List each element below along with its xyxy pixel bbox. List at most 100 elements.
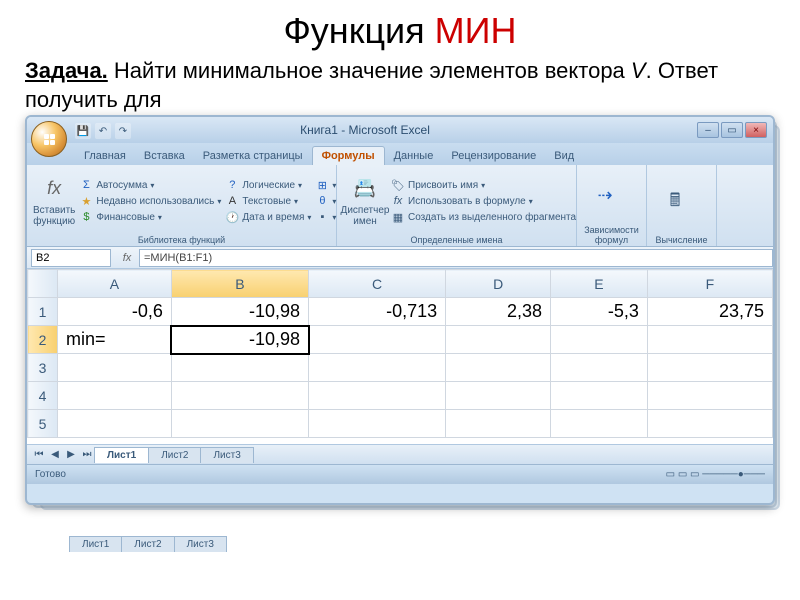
tab-home[interactable]: Главная xyxy=(75,147,135,165)
tab-formulas[interactable]: Формулы xyxy=(312,146,385,165)
table-row: 5 xyxy=(28,410,773,438)
more-icon: ▪ xyxy=(315,210,329,224)
cell-c1[interactable]: -0,713 xyxy=(309,298,446,326)
title-text-1: Функция xyxy=(283,10,434,51)
zoom-controls[interactable]: ▭ ▭ ▭ ─────●─── xyxy=(666,469,765,480)
cell-e2[interactable] xyxy=(551,326,648,354)
table-row: 3 xyxy=(28,354,773,382)
row-header-3[interactable]: 3 xyxy=(28,354,58,382)
tab-insert[interactable]: Вставка xyxy=(135,147,194,165)
col-header-d[interactable]: D xyxy=(446,270,551,298)
cell-b1[interactable]: -10,98 xyxy=(171,298,308,326)
define-name-button[interactable]: 🏷Присвоить имя▾ xyxy=(391,178,576,192)
slide: Функция МИН Задача. Найти минимальное зн… xyxy=(0,0,800,600)
col-header-b[interactable]: B xyxy=(171,270,308,298)
autosum-button[interactable]: ΣАвтосумма▾ xyxy=(79,178,221,192)
minimize-button[interactable]: – xyxy=(697,122,719,138)
ribbon-group-calc: 🖩 Вычисление xyxy=(647,165,717,246)
document-title: Книга1 - Microsoft Excel xyxy=(33,123,697,137)
ribbon: fx Вставить функцию ΣАвтосумма▾ ★Недавно… xyxy=(27,165,773,247)
financial-button[interactable]: $Финансовые▾ xyxy=(79,210,221,224)
col-header-e[interactable]: E xyxy=(551,270,648,298)
tag-icon: 🏷 xyxy=(391,178,405,192)
tab-view[interactable]: Вид xyxy=(545,147,583,165)
cell-c2[interactable] xyxy=(309,326,446,354)
undo-icon[interactable]: ↶ xyxy=(95,123,111,139)
col-header-c[interactable]: C xyxy=(309,270,446,298)
redo-icon[interactable]: ↷ xyxy=(115,123,131,139)
more-button[interactable]: ▪▾ xyxy=(315,210,336,224)
col-header-f[interactable]: F xyxy=(647,270,772,298)
cell-a2[interactable]: min= xyxy=(58,326,172,354)
lookup-button[interactable]: ⊞▾ xyxy=(315,178,336,192)
sheet-nav-next-icon[interactable]: ▶ xyxy=(63,449,79,460)
table-row: 1 -0,6 -10,98 -0,713 2,38 -5,3 23,75 xyxy=(28,298,773,326)
text-button[interactable]: AТекстовые▾ xyxy=(225,194,311,208)
group-label-calc: Вычисление xyxy=(653,234,710,245)
sheet-nav-prev-icon[interactable]: ◀ xyxy=(47,449,63,460)
task-label: Задача. xyxy=(25,58,108,83)
name-box[interactable]: B2 xyxy=(31,249,111,267)
logical-button[interactable]: ?Логические▾ xyxy=(225,178,311,192)
table-row: 4 xyxy=(28,382,773,410)
name-manager-button[interactable]: 📇 Диспетчер имен xyxy=(343,168,387,234)
sheet-table: A B C D E F 1 -0,6 -10,98 -0,713 2,38 -5… xyxy=(27,269,773,438)
sheet-tab-3[interactable]: Лист3 xyxy=(200,447,253,463)
ribbon-group-library: fx Вставить функцию ΣАвтосумма▾ ★Недавно… xyxy=(27,165,337,246)
insert-function-button[interactable]: fx Вставить функцию xyxy=(33,168,75,234)
row-header-4[interactable]: 4 xyxy=(28,382,58,410)
group-label-library: Библиотека функций xyxy=(33,234,330,245)
select-all-corner[interactable] xyxy=(28,270,58,298)
office-button[interactable] xyxy=(31,121,67,157)
lookup-icon: ⊞ xyxy=(315,178,329,192)
sheet-nav-first-icon[interactable]: ⏮ xyxy=(31,449,47,460)
sigma-icon: Σ xyxy=(79,178,93,192)
cell-e1[interactable]: -5,3 xyxy=(551,298,648,326)
slide-title: Функция МИН xyxy=(0,0,800,57)
save-icon[interactable]: 💾 xyxy=(75,123,91,139)
cell-d1[interactable]: 2,38 xyxy=(446,298,551,326)
cell-a1[interactable]: -0,6 xyxy=(58,298,172,326)
cell-d2[interactable] xyxy=(446,326,551,354)
formula-bar: B2 fx =МИН(B1:F1) xyxy=(27,247,773,269)
row-header-2[interactable]: 2 xyxy=(28,326,58,354)
calculation-button[interactable]: 🖩 xyxy=(653,168,697,234)
star-icon: ★ xyxy=(79,194,93,208)
row-header-5[interactable]: 5 xyxy=(28,410,58,438)
ribbon-tabs: Главная Вставка Разметка страницы Формул… xyxy=(27,143,773,165)
status-text: Готово xyxy=(35,469,66,480)
cell-f1[interactable]: 23,75 xyxy=(647,298,772,326)
status-bar: Готово ▭ ▭ ▭ ─────●─── xyxy=(27,464,773,484)
sheet-tab-2[interactable]: Лист2 xyxy=(148,447,201,463)
cell-f2[interactable] xyxy=(647,326,772,354)
background-sheet-tabs: Лист1 Лист2 Лист3 xyxy=(70,536,227,552)
spreadsheet-grid[interactable]: A B C D E F 1 -0,6 -10,98 -0,713 2,38 -5… xyxy=(27,269,773,444)
formula-audit-button[interactable]: ⇢ xyxy=(583,168,627,224)
create-from-selection-button[interactable]: ▦Создать из выделенного фрагмента xyxy=(391,210,576,224)
cell-b2-selected[interactable]: -10,98 xyxy=(171,326,308,354)
task-text: Задача. Найти минимальное значение элеме… xyxy=(0,57,800,114)
maximize-button[interactable]: ▭ xyxy=(721,122,743,138)
calc-icon: 🖩 xyxy=(661,187,689,215)
row-header-1[interactable]: 1 xyxy=(28,298,58,326)
excel-window: 💾 ↶ ↷ Книга1 - Microsoft Excel – ▭ × Гла… xyxy=(25,115,775,505)
table-row: 2 min= -10,98 xyxy=(28,326,773,354)
tab-review[interactable]: Рецензирование xyxy=(442,147,545,165)
theta-icon: θ xyxy=(315,194,329,208)
recent-button[interactable]: ★Недавно использовались▾ xyxy=(79,194,221,208)
sheet-tab-1[interactable]: Лист1 xyxy=(94,447,149,463)
title-bar: Книга1 - Microsoft Excel – ▭ × xyxy=(27,117,773,143)
datetime-button[interactable]: 🕐Дата и время▾ xyxy=(225,210,311,224)
close-button[interactable]: × xyxy=(745,122,767,138)
col-header-a[interactable]: A xyxy=(58,270,172,298)
question-icon: ? xyxy=(225,178,239,192)
tab-data[interactable]: Данные xyxy=(385,147,443,165)
formula-input[interactable]: =МИН(B1:F1) xyxy=(139,249,773,267)
title-text-2: МИН xyxy=(435,10,517,51)
tab-layout[interactable]: Разметка страницы xyxy=(194,147,312,165)
fx-label-icon[interactable]: fx xyxy=(115,252,139,264)
use-in-formula-button[interactable]: fxИспользовать в формуле▾ xyxy=(391,194,576,208)
sheet-nav-last-icon[interactable]: ⏭ xyxy=(79,449,95,460)
group-label-audit: Зависимости формул xyxy=(583,224,640,245)
math-button[interactable]: θ▾ xyxy=(315,194,336,208)
